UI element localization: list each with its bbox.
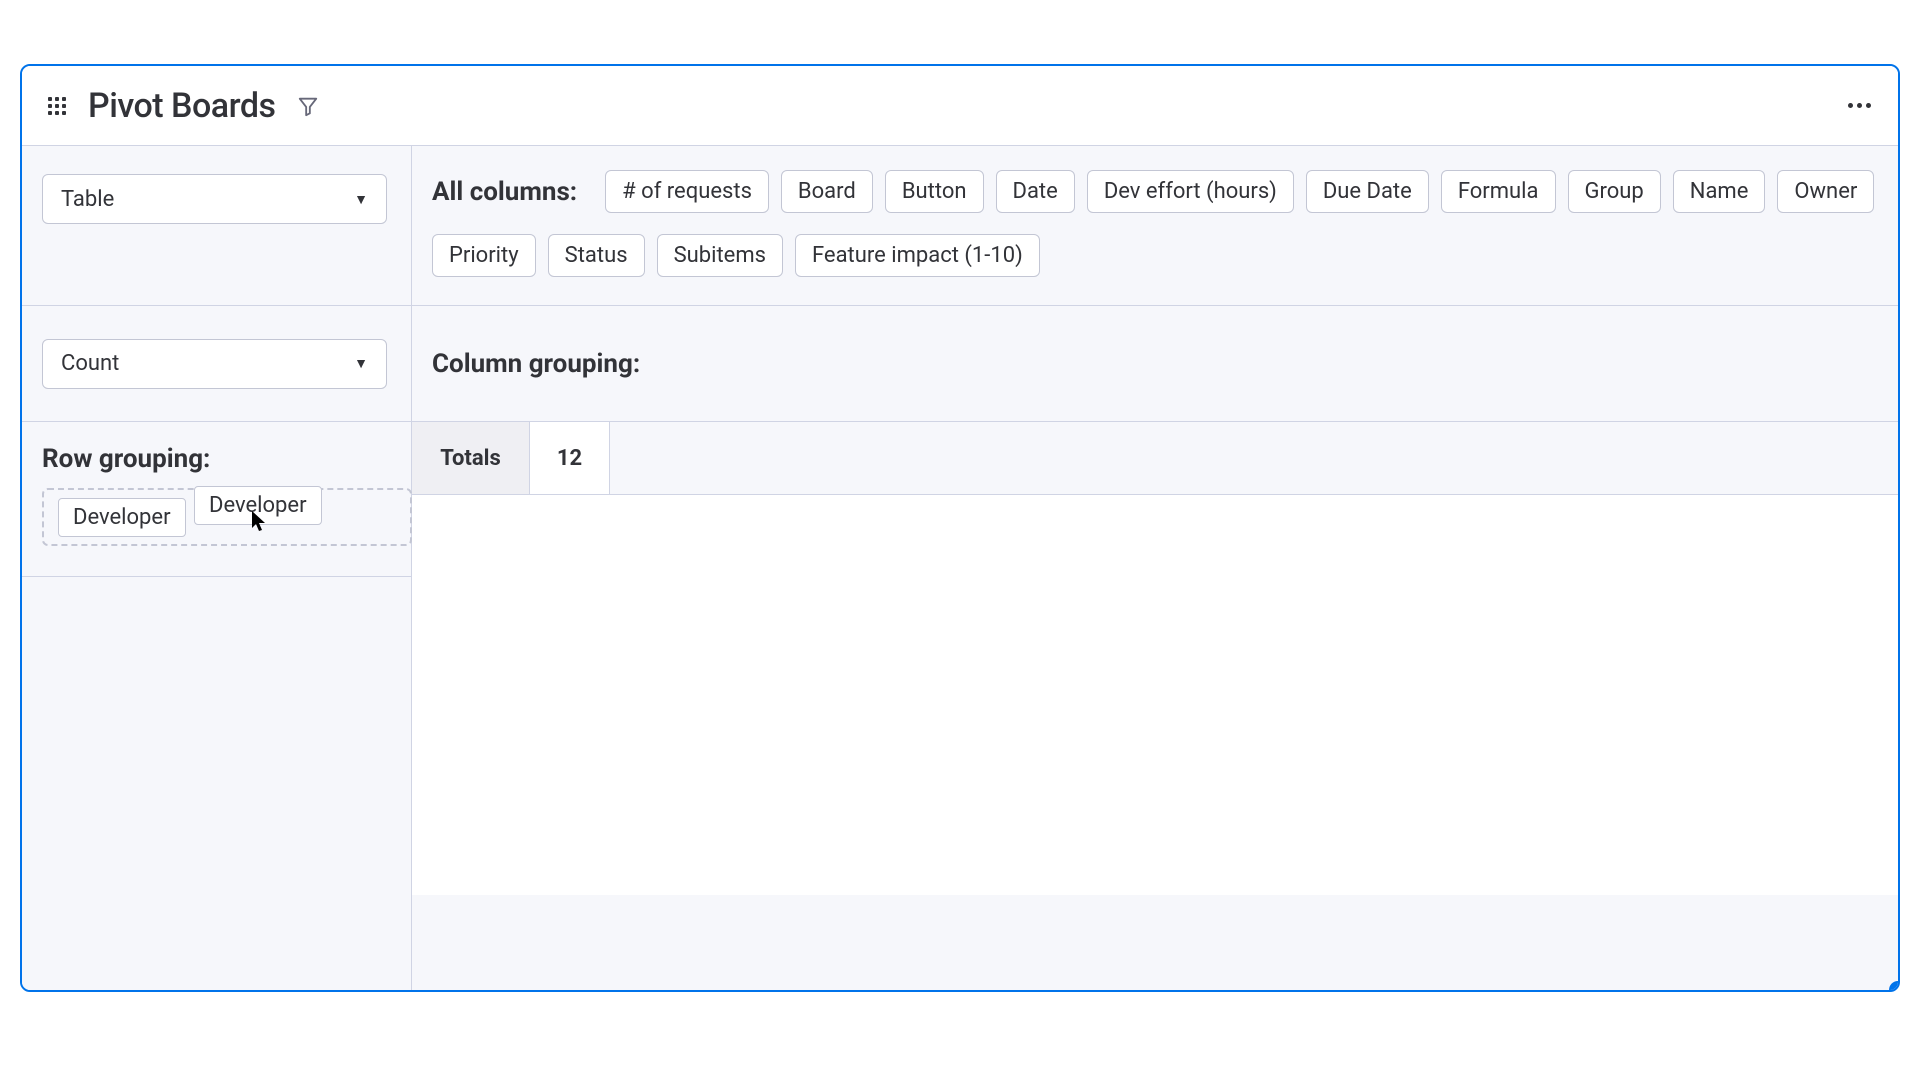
column-chip[interactable]: Group — [1568, 170, 1661, 213]
column-chip[interactable]: Due Date — [1306, 170, 1429, 213]
widget-header: Pivot Boards — [22, 66, 1898, 146]
column-chip[interactable]: Feature impact (1-10) — [795, 234, 1040, 277]
all-columns-section: All columns: # of requests Board Button … — [412, 146, 1898, 306]
column-grouping-section[interactable]: Column grouping: — [412, 306, 1898, 422]
column-chip[interactable]: Dev effort (hours) — [1087, 170, 1294, 213]
chevron-down-icon: ▼ — [354, 355, 368, 372]
row-grouping-section: Row grouping: Developer Developer — [22, 422, 411, 577]
pivot-widget-frame: Pivot Boards Table ▼ Count ▼ — [20, 64, 1900, 992]
column-chip[interactable]: Formula — [1441, 170, 1556, 213]
widget-title[interactable]: Pivot Boards — [88, 86, 276, 126]
row-grouping-dropzone[interactable]: Developer Developer — [42, 488, 412, 546]
column-chip[interactable]: Status — [548, 234, 645, 277]
dragging-chip-ghost[interactable]: Developer — [194, 486, 322, 525]
view-type-row: Table ▼ — [22, 146, 411, 306]
view-type-select[interactable]: Table ▼ — [42, 174, 387, 224]
column-chip[interactable]: Date — [996, 170, 1075, 213]
chevron-down-icon: ▼ — [354, 191, 368, 208]
widget-header-left: Pivot Boards — [46, 86, 320, 126]
aggregation-value: Count — [61, 351, 119, 376]
results-header-row: Totals 12 — [412, 422, 1898, 495]
column-chip[interactable]: # of requests — [605, 170, 769, 213]
all-columns-label: All columns: — [432, 177, 577, 207]
widget-body: Table ▼ Count ▼ Row grouping: Developer … — [22, 146, 1898, 990]
aggregation-row: Count ▼ — [22, 306, 411, 422]
resize-handle[interactable] — [1889, 981, 1900, 992]
view-type-value: Table — [61, 187, 114, 212]
results-body — [412, 495, 1898, 895]
more-menu-icon[interactable] — [1844, 91, 1874, 121]
column-chip[interactable]: Board — [781, 170, 873, 213]
column-chip[interactable]: Name — [1673, 170, 1766, 213]
drag-handle-icon[interactable] — [46, 95, 68, 117]
config-left-column: Table ▼ Count ▼ Row grouping: Developer … — [22, 146, 412, 990]
config-right-column: All columns: # of requests Board Button … — [412, 146, 1898, 990]
totals-value-cell: 12 — [530, 422, 610, 494]
aggregation-select[interactable]: Count ▼ — [42, 339, 387, 389]
column-chip[interactable]: Priority — [432, 234, 536, 277]
row-grouping-label: Row grouping: — [42, 444, 391, 474]
column-chip[interactable]: Subitems — [657, 234, 783, 277]
filter-icon[interactable] — [296, 94, 320, 118]
totals-label-cell: Totals — [412, 422, 530, 494]
column-chip[interactable]: Button — [885, 170, 984, 213]
row-group-chip[interactable]: Developer — [58, 498, 186, 537]
column-grouping-label: Column grouping: — [432, 349, 640, 379]
column-chip[interactable]: Owner — [1777, 170, 1874, 213]
